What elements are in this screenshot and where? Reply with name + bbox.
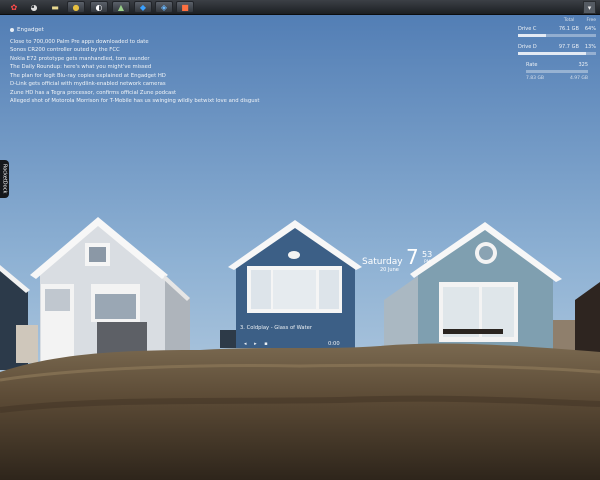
feed-item[interactable]: Alleged shot of Motorola Morrison for T-… bbox=[10, 97, 259, 106]
drive-monitor-widget: Total Free Drive C 76.1 GB 64% Drive D 9… bbox=[518, 18, 596, 81]
playback-controls[interactable]: ◂ ▸ ▪ bbox=[244, 341, 271, 347]
dune-grass bbox=[0, 343, 600, 480]
dock-side-tab[interactable]: RocketDock bbox=[0, 160, 9, 198]
clock-date: 20 June bbox=[380, 267, 399, 273]
drive-free: 64% bbox=[584, 26, 596, 32]
drive-row[interactable]: Drive C 76.1 GB 64% bbox=[518, 26, 596, 32]
drive-usage-fill bbox=[518, 34, 547, 37]
rate-label: Rate bbox=[526, 62, 538, 68]
dock-side-tab-label: RocketDock bbox=[1, 164, 8, 194]
gear-icon[interactable]: ✿ bbox=[5, 1, 23, 13]
feed-title[interactable]: Engadget bbox=[10, 26, 259, 35]
rate-sub: 7.83 GB 4.97 GB bbox=[518, 76, 596, 81]
chevron-down-icon[interactable]: ▾ bbox=[583, 1, 596, 14]
drive-free: 13% bbox=[584, 44, 596, 50]
feed-item[interactable]: The plan for legit Blu-ray copies explai… bbox=[10, 72, 259, 81]
media-icon[interactable]: ◐ bbox=[90, 1, 108, 13]
feed-item[interactable]: The Daily Roundup: here's what you might… bbox=[10, 63, 259, 72]
clock-day: Saturday bbox=[362, 257, 403, 267]
feed-title-label: Engadget bbox=[17, 27, 44, 33]
office-icon[interactable]: ■ bbox=[176, 1, 194, 13]
drive-usage-bar bbox=[518, 34, 596, 37]
rate-row: Rate 325 bbox=[518, 62, 596, 68]
rate-bar bbox=[526, 70, 588, 73]
drive-header: Total Free bbox=[518, 18, 596, 23]
drive-usage-fill bbox=[518, 52, 586, 55]
folder-icon[interactable]: ▬ bbox=[46, 1, 64, 13]
top-taskbar: ✿ ◕ ▬ ● ◐ ▲ ◆ ◈ ■ ▾ bbox=[0, 0, 600, 15]
drive-usage-bar bbox=[518, 52, 596, 55]
rate-right: 4.97 GB bbox=[569, 76, 588, 81]
chat-icon[interactable]: ◕ bbox=[25, 1, 43, 13]
track-title: 3. Coldplay - Glass of Water bbox=[240, 325, 312, 331]
total-header: Total bbox=[563, 18, 575, 23]
network-icon[interactable]: ◈ bbox=[155, 1, 173, 13]
drive-label: Drive C bbox=[518, 26, 537, 32]
rss-icon bbox=[10, 28, 14, 33]
photo-icon[interactable]: ▲ bbox=[112, 1, 130, 13]
feed-item[interactable]: Nokia E72 prototype gets manhandled, tor… bbox=[10, 55, 259, 64]
clock-minute: 53 bbox=[422, 250, 433, 259]
drive-total: 97.7 GB bbox=[558, 44, 579, 50]
track-time: 0:00 bbox=[328, 341, 340, 347]
rate-left: 7.83 GB bbox=[526, 76, 545, 81]
clock-ampm: PM bbox=[424, 260, 431, 265]
feed-item[interactable]: Close to 700,000 Palm Pre apps downloade… bbox=[10, 38, 259, 47]
drive-total: 76.1 GB bbox=[558, 26, 579, 32]
feed-item[interactable]: Zune HD has a Tegra processor, confirms … bbox=[10, 89, 259, 98]
app-icon[interactable]: ◆ bbox=[134, 1, 152, 13]
feed-item[interactable]: D-Link gets official with mydlink-enable… bbox=[10, 80, 259, 89]
feed-item[interactable]: Sonos CR200 controller outed by the FCC bbox=[10, 46, 259, 55]
drive-label: Drive D bbox=[518, 44, 537, 50]
free-header: Free bbox=[586, 18, 596, 23]
drive-row[interactable]: Drive D 97.7 GB 13% bbox=[518, 44, 596, 50]
chrome-icon[interactable]: ● bbox=[67, 1, 85, 13]
news-feed-widget: Engadget Close to 700,000 Palm Pre apps … bbox=[10, 26, 259, 106]
clock-hour: 7 bbox=[406, 245, 419, 269]
media-player-widget: 3. Coldplay - Glass of Water ◂ ▸ ▪ 0:00 bbox=[240, 325, 342, 347]
rate-value: 325 bbox=[578, 62, 588, 68]
